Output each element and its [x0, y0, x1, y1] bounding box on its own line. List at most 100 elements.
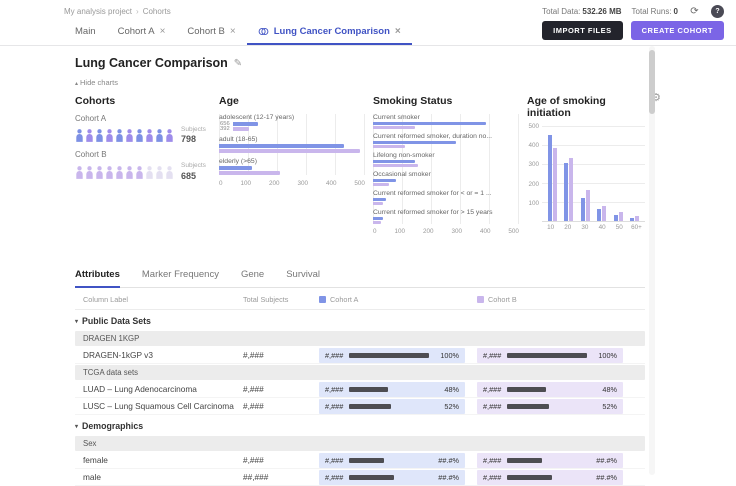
cohorts-panel-title: Cohorts [75, 95, 211, 107]
axis-tick-label: 40 [594, 224, 611, 231]
attributes-table-section: Attributes Marker Frequency Gene Survival C… [75, 265, 645, 486]
axis-tick-label: 50 [611, 224, 628, 231]
table-tab-gene[interactable]: Gene [241, 269, 264, 288]
percent-value: 48% [593, 385, 617, 394]
person-icon [85, 166, 94, 179]
bar-cohort-b [373, 183, 389, 186]
cohort-b-cell: #,###100% [477, 348, 623, 363]
row-label: DRAGEN-1kGP v3 [75, 350, 243, 360]
tab-label: Cohort B [187, 26, 225, 37]
table-group-row: DRAGEN 1KGP [75, 331, 645, 346]
person-icon [95, 129, 104, 142]
cohort-a-legend-label: Cohort A [330, 295, 358, 304]
bar-group [627, 216, 644, 221]
cohort-b-legend-swatch [477, 296, 484, 303]
person-icon [85, 129, 94, 142]
person-icon [165, 166, 174, 179]
row-label: LUSC – Lung Squamous Cell Carcinoma [75, 401, 243, 411]
tab-main[interactable]: Main [64, 20, 107, 45]
cohort-a-cell: #,### 48% [319, 382, 465, 397]
breadcrumb-project[interactable]: My analysis project [64, 7, 132, 16]
axis-tick-label: 100 [240, 180, 251, 187]
close-tab-icon[interactable]: × [160, 27, 166, 37]
table-section-row[interactable]: ▾Public Data Sets [75, 310, 645, 330]
bar-cohort-a [219, 144, 344, 148]
bar [349, 458, 384, 463]
bar-track [507, 475, 587, 480]
bar-cohort-b [373, 202, 383, 205]
bar-cohort-b [373, 145, 405, 148]
table-group-row: Sex [75, 436, 645, 451]
bar-cohort-a [373, 122, 486, 125]
page-title: Lung Cancer Comparison [75, 56, 228, 70]
bar-group [577, 190, 594, 221]
import-files-button[interactable]: IMPORT FILES [542, 21, 623, 40]
table-row: female#,####,#####.#%#,#####.#% [75, 452, 645, 469]
table-row: DRAGEN-1kGP v3#,####,###100%#,###100% [75, 347, 645, 364]
create-cohort-button[interactable]: CREATE COHORT [631, 21, 724, 40]
chart-category: adult (18-65) [219, 136, 364, 153]
total-subjects-value: #,### [243, 455, 319, 465]
refresh-icon[interactable]: ⟳ [688, 5, 701, 18]
chart-plot: adolescent (12-17 years)656392adult (18-… [219, 114, 365, 175]
bar-track [507, 387, 587, 392]
percent-value: 100% [593, 351, 617, 360]
tab-cohort-b[interactable]: Cohort B × [176, 20, 246, 45]
hide-charts-toggle[interactable]: ▴Hide charts [75, 78, 645, 87]
tab-lung-cancer-comparison[interactable]: Lung Cancer Comparison× [247, 20, 412, 45]
person-icon [125, 166, 134, 179]
cohort-a-avatars [75, 129, 174, 142]
edit-title-icon[interactable]: ✎ [234, 58, 242, 69]
help-icon[interactable]: ? [711, 5, 724, 18]
bar-track [507, 353, 587, 358]
bar-cohort-b [373, 164, 418, 167]
person-icon [105, 129, 114, 142]
cohort-value: #,### [325, 385, 343, 394]
chart-category-label: adolescent (12-17 years) [219, 114, 364, 121]
collapse-caret-icon[interactable]: ▾ [75, 423, 78, 430]
bar-track [349, 387, 429, 392]
person-icon [125, 129, 134, 142]
scrollbar [649, 46, 655, 475]
axis-tick-label: 0 [219, 180, 223, 187]
person-icon [115, 166, 124, 179]
cohort-b-avatars [75, 166, 174, 179]
percent-value: 48% [435, 385, 459, 394]
axis-tick-label: 100 [528, 200, 539, 207]
chart-category-label: Occasional smoker [373, 171, 518, 178]
person-icon [155, 129, 164, 142]
total-data-value: 532.26 MB [582, 7, 621, 16]
table-section-row[interactable]: ▾Demographics [75, 415, 645, 435]
percent-value: ##.#% [593, 473, 617, 482]
table-tab-list: Attributes Marker Frequency Gene Survival [75, 265, 645, 288]
axis-tick-label: 200 [423, 228, 434, 235]
column-label-header: Column Label [75, 295, 243, 304]
chart-bars [373, 179, 518, 186]
cohort-b-subjects: Subjects 685 [181, 162, 206, 181]
bar [507, 404, 548, 409]
table-row: male##,####,#####.#%#,#####.#% [75, 469, 645, 486]
table-tab-survival[interactable]: Survival [286, 269, 320, 288]
cohort-a-block: Cohort A Subjects 798 [75, 114, 211, 145]
person-icon [135, 166, 144, 179]
chart-category: elderly (>65) [219, 158, 364, 175]
chart-category-label: Current smoker [373, 114, 518, 121]
cohort-b-cell: #,#####.#% [477, 470, 623, 485]
collapse-caret-icon[interactable]: ▾ [75, 318, 78, 325]
bar-cohort-b [553, 148, 557, 221]
chart-category-label: Current reformed smoker, duration no... [373, 133, 518, 140]
close-tab-icon[interactable]: × [395, 27, 401, 37]
axis-tick-label: 500 [508, 228, 519, 235]
bar-cohort-b [219, 149, 360, 153]
tab-cohort-a[interactable]: Cohort A× [107, 20, 177, 45]
breadcrumb-section[interactable]: Cohorts [143, 7, 171, 16]
table-tab-marker-frequency[interactable]: Marker Frequency [142, 269, 219, 288]
total-subjects-value: #,### [243, 401, 319, 411]
cohort-a-cell: #,###52% [319, 399, 465, 414]
person-icon [135, 129, 144, 142]
scrollbar-thumb[interactable] [649, 50, 655, 114]
close-tab-icon[interactable]: × [230, 27, 236, 37]
table-tab-attributes[interactable]: Attributes [75, 269, 120, 288]
chart-category-label: adult (18-65) [219, 136, 364, 143]
table-row: LUSC – Lung Squamous Cell Carcinoma#,###… [75, 398, 645, 415]
